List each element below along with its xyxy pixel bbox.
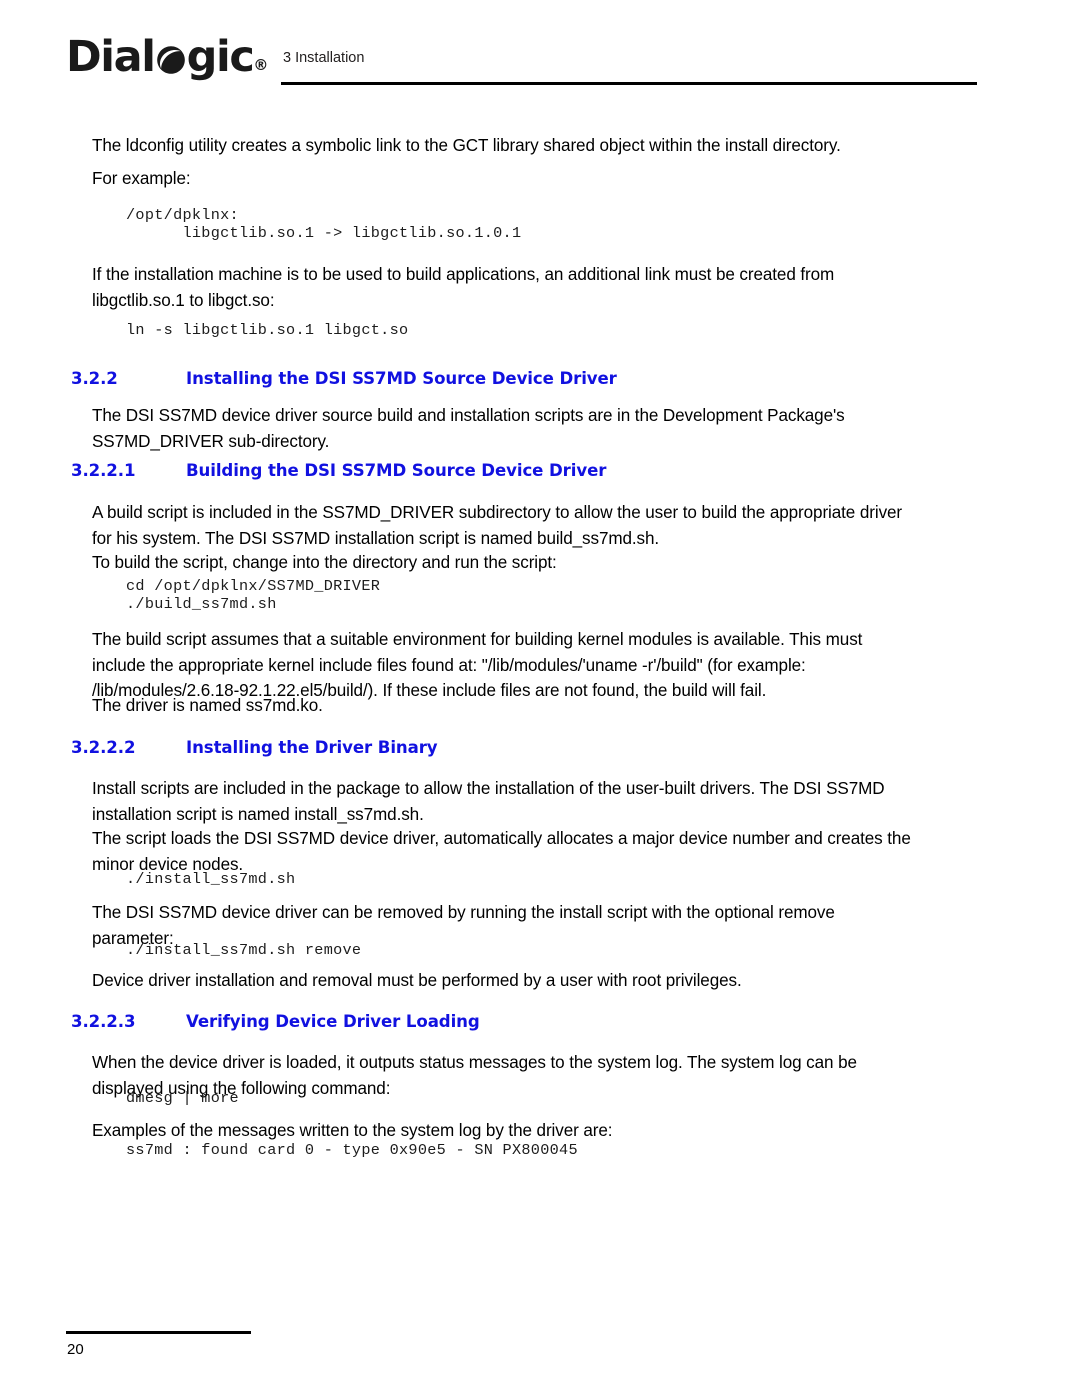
- paragraph-for-example: For example:: [92, 169, 191, 188]
- heading-3-2-2-2-number: 3.2.2.2: [71, 738, 136, 757]
- document-page: Dial gic® 3 Installation The ldconfig ut…: [0, 0, 1080, 1397]
- heading-3-2-2-3: 3.2.2.3 Verifying Device Driver Loading: [71, 1012, 480, 1031]
- logo-text-second: gic: [186, 32, 255, 82]
- page-number: 20: [67, 1341, 84, 1358]
- logo-text-first: Dial: [66, 32, 156, 82]
- code-block-ss7md-log-output: ss7md : found card 0 - type 0x90e5 - SN …: [126, 1141, 578, 1159]
- heading-3-2-2-2-title: Installing the Driver Binary: [186, 738, 438, 757]
- code-block-build-command: ./build_ss7md.sh: [126, 595, 277, 613]
- code-block-install-remove-command: ./install_ss7md.sh remove: [126, 941, 362, 959]
- heading-3-2-2-1-title: Building the DSI SS7MD Source Device Dri…: [186, 461, 607, 480]
- code-block-symlink-line2: libgctlib.so.1 -> libgctlib.so.1.0.1: [126, 224, 522, 242]
- paragraph-driver-name: The driver is named ss7md.ko.: [92, 696, 323, 715]
- dialogic-o-logo-icon: [156, 45, 186, 75]
- dialogic-logo: Dial gic®: [66, 36, 268, 79]
- heading-3-2-2-1: 3.2.2.1 Building the DSI SS7MD Source Dev…: [71, 461, 606, 480]
- paragraph-additional-link: If the installation machine is to be use…: [92, 265, 835, 310]
- heading-3-2-2: 3.2.2 Installing the DSI SS7MD Source Dev…: [71, 369, 617, 388]
- code-block-dmesg-command: dmesg | more: [126, 1089, 239, 1107]
- paragraph-build-script: A build script is included in the SS7MD_…: [92, 503, 903, 548]
- heading-3-2-2-title: Installing the DSI SS7MD Source Device D…: [186, 369, 617, 388]
- heading-3-2-2-3-number: 3.2.2.3: [71, 1012, 136, 1031]
- paragraph-to-build: To build the script, change into the dir…: [92, 553, 557, 572]
- heading-3-2-2-number: 3.2.2: [71, 369, 118, 388]
- header-chapter-label: 3 Installation: [283, 50, 365, 66]
- registered-trademark-icon: ®: [253, 56, 269, 74]
- code-block-symlink-line1: /opt/dpklnx:: [126, 206, 239, 224]
- paragraph-root-privileges: Device driver installation and removal m…: [92, 971, 742, 990]
- code-block-install-command: ./install_ss7md.sh: [126, 870, 296, 888]
- heading-3-2-2-1-number: 3.2.2.1: [71, 461, 136, 480]
- code-block-ln-command: ln -s libgctlib.so.1 libgct.so: [126, 321, 409, 339]
- code-block-cd-command: cd /opt/dpklnx/SS7MD_DRIVER: [126, 577, 381, 595]
- paragraph-source-scripts: The DSI SS7MD device driver source build…: [92, 406, 845, 451]
- header-divider: [281, 82, 977, 85]
- heading-3-2-2-3-title: Verifying Device Driver Loading: [186, 1012, 480, 1031]
- paragraph-ldconfig: The ldconfig utility creates a symbolic …: [92, 136, 841, 155]
- heading-3-2-2-2: 3.2.2.2 Installing the Driver Binary: [71, 738, 438, 757]
- footer-divider: [66, 1331, 251, 1334]
- page-header: Dial gic® 3 Installation: [0, 34, 1080, 104]
- paragraph-install-scripts: Install scripts are included in the pack…: [92, 779, 885, 824]
